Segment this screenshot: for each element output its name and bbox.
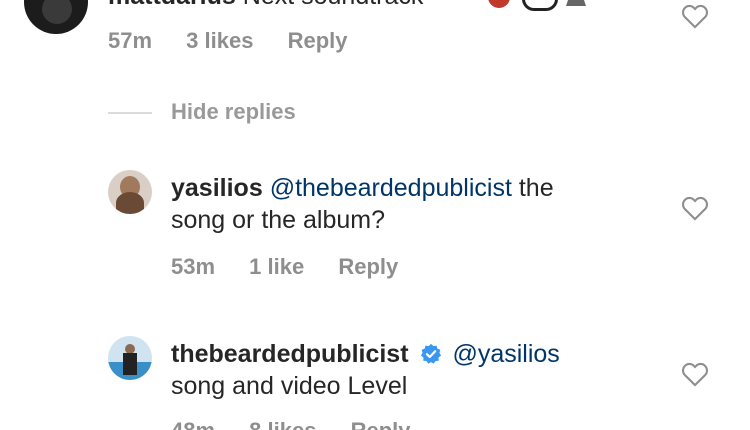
reply1-text-line1: yasilios @thebeardedpublicist the — [171, 172, 554, 204]
reply2-reply-button[interactable]: Reply — [351, 418, 411, 430]
hide-replies-line — [108, 112, 152, 114]
reply1-mention[interactable]: @thebeardedpublicist — [270, 174, 512, 202]
comment1-username[interactable]: mattdarius — [108, 0, 236, 10]
avatar-yasilios[interactable] — [108, 170, 152, 214]
reply2-time: 48m — [171, 418, 215, 430]
comment1-meta: 57m 3 likes Reply — [108, 28, 376, 54]
avatar-thebeardedpublicist[interactable] — [108, 336, 152, 380]
reply2-text-line2: song and video Level — [171, 372, 408, 400]
reply1-meta: 53m 1 like Reply — [171, 254, 426, 280]
comment1-time: 57m — [108, 28, 153, 53]
reply1-likes[interactable]: 1 like — [249, 254, 304, 279]
hide-replies-button[interactable]: Hide replies — [171, 99, 296, 125]
like-heart-icon[interactable] — [681, 195, 709, 221]
reply1-username[interactable]: yasilios — [171, 174, 263, 202]
comment1-text-clip: mattdarius Next soundtrack — [0, 0, 750, 14]
reply2-mention[interactable]: @yasilios — [452, 340, 559, 368]
reply2-meta-clip: 48m 8 likes Reply — [0, 418, 750, 430]
reply2-username[interactable]: thebeardedpublicist — [171, 340, 409, 368]
reply2-likes[interactable]: 8 likes — [249, 418, 316, 430]
reply1-reply-button[interactable]: Reply — [338, 254, 398, 279]
comment1-reply-button[interactable]: Reply — [288, 28, 348, 53]
like-heart-icon[interactable] — [681, 3, 709, 29]
reply1-time: 53m — [171, 254, 216, 279]
emoji-icons — [488, 0, 598, 14]
reply2-meta: 48m 8 likes Reply — [171, 418, 439, 430]
reply1-text-rest: the — [518, 174, 554, 202]
reply1-text-line2: song or the album? — [171, 206, 386, 234]
comment1-text: Next soundtrack — [243, 0, 424, 10]
verified-badge-icon — [420, 343, 441, 364]
comment1-likes[interactable]: 3 likes — [186, 28, 253, 53]
reply2-text-line1: thebeardedpublicist @yasilios — [171, 338, 560, 370]
like-heart-icon[interactable] — [681, 361, 709, 387]
